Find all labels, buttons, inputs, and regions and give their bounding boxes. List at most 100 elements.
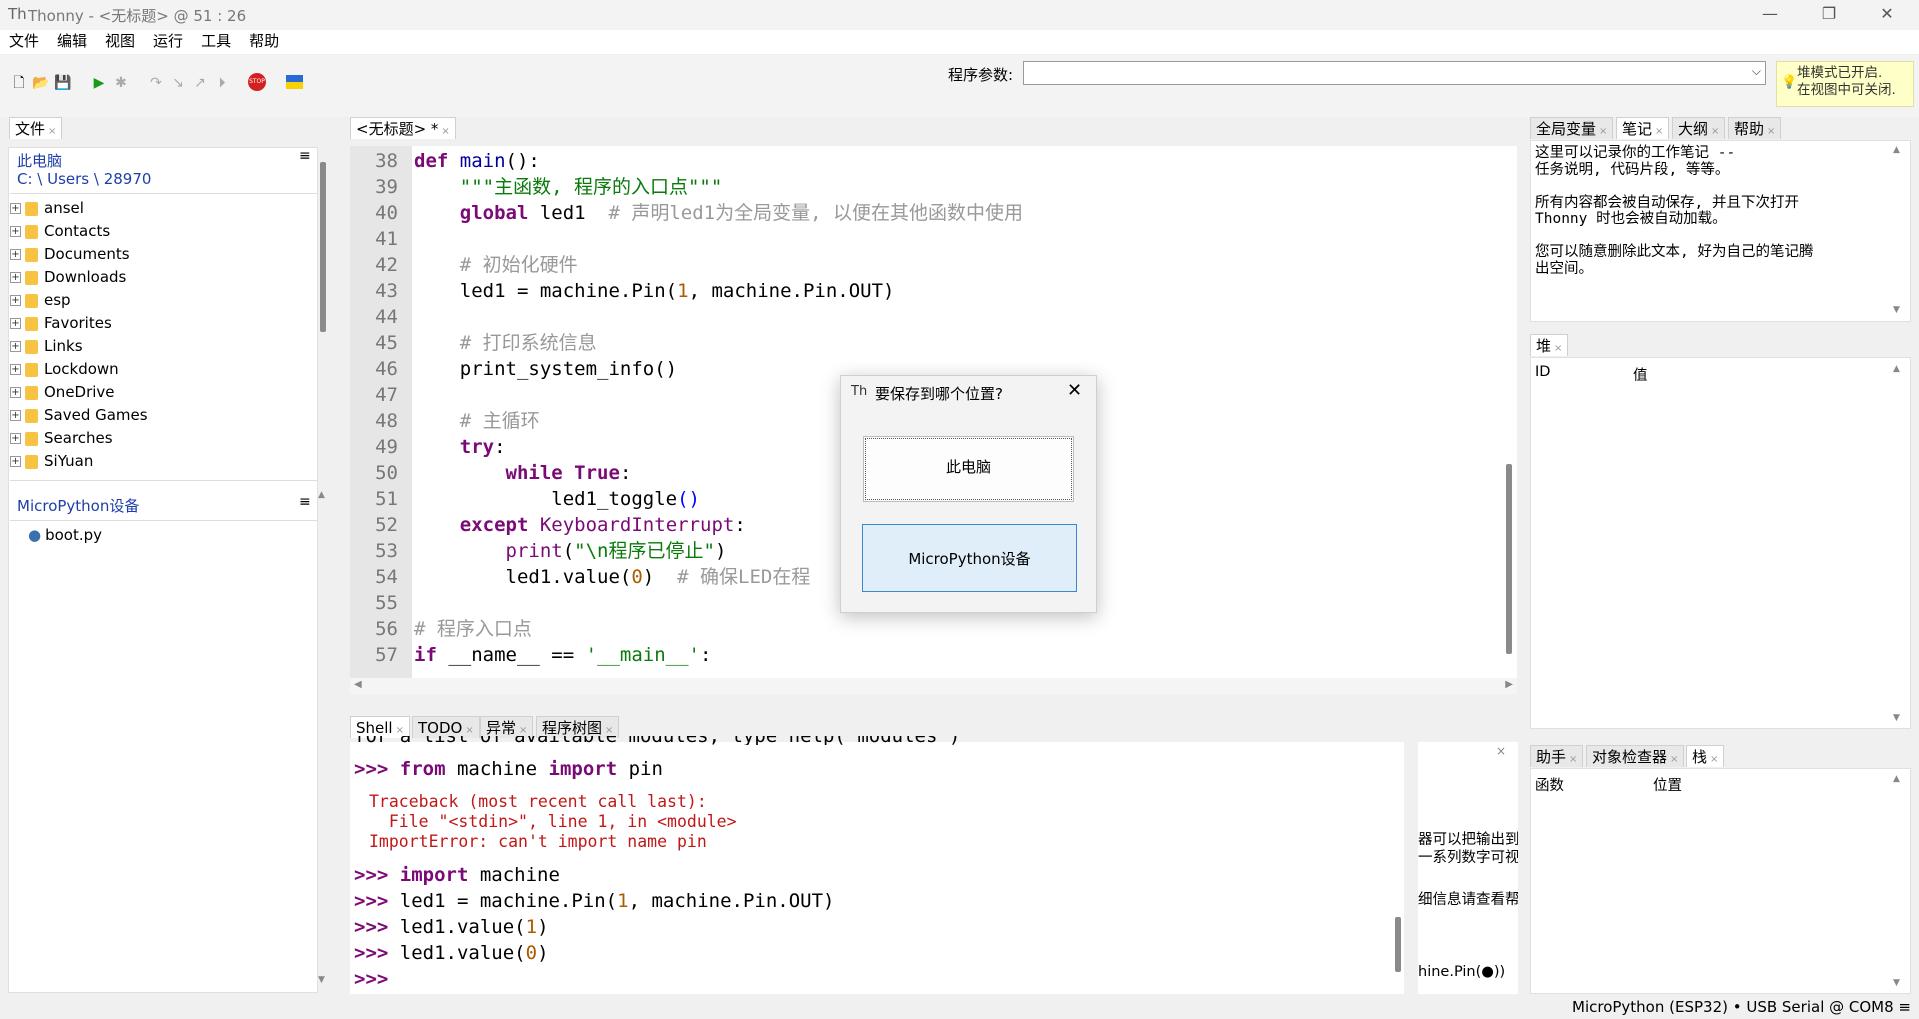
device-title[interactable]: MicroPython设备 [17,495,139,516]
tab-outline[interactable]: 大纲 × [1672,117,1726,139]
tab-assistant[interactable]: 助手 × [1530,745,1584,767]
stop-icon[interactable]: STOP [248,73,266,91]
folder-item[interactable]: + Contacts [10,220,110,243]
scroll-left-icon[interactable]: ◀ [354,679,362,690]
run-icon[interactable]: ▶ [89,73,109,93]
open-file-icon[interactable]: 📂 [31,73,51,93]
stack-col-function[interactable]: 函数 [1535,774,1564,795]
tab-notes[interactable]: 笔记 × [1616,117,1670,139]
resume-icon[interactable]: ⏵ [212,73,232,93]
folder-item[interactable]: + esp [10,289,71,312]
editor-scrollbar[interactable] [1503,148,1515,676]
expand-icon[interactable]: + [10,456,21,467]
expand-icon[interactable]: + [10,295,21,306]
tab-program-tree[interactable]: 程序树图 × [536,716,620,738]
folder-item[interactable]: + Downloads [10,266,126,289]
menu-file[interactable]: 文件 [0,30,48,52]
step-into-icon[interactable]: ↘ [168,73,188,93]
heap-col-id[interactable]: ID [1535,364,1550,380]
folder-item[interactable]: + ansel [10,197,84,220]
save-to-device-button[interactable]: MicroPython设备 [862,524,1077,592]
tab-exceptions[interactable]: 异常 × [480,716,534,738]
expand-icon[interactable]: + [10,226,21,237]
files-menu-icon[interactable]: ≡ [299,148,311,164]
scroll-up-icon[interactable]: ▲ [1893,774,1900,784]
expand-icon[interactable]: + [10,203,21,214]
files-scrollbar[interactable]: ▲ ▼ [318,150,329,985]
heap-col-value[interactable]: 值 [1633,364,1648,385]
tab-heap[interactable]: 堆 × [1530,334,1569,356]
expand-icon[interactable]: + [10,272,21,283]
new-file-icon[interactable]: 🗋 [9,73,29,93]
step-over-icon[interactable]: ↷ [146,73,166,93]
code-line[interactable]: led1 = machine.Pin(1, machine.Pin.OUT) [414,278,895,304]
code-line[interactable]: global led1 # 声明led1为全局变量, 以便在其他函数中使用 [414,200,1023,226]
current-path[interactable]: C: \ Users \ 28970 [17,170,151,188]
save-icon[interactable]: 💾 [53,73,73,93]
stack-col-position[interactable]: 位置 [1653,774,1682,795]
chevron-down-icon[interactable]: ⌵ [1752,64,1761,79]
notes-text[interactable]: 这里可以记录你的工作笔记 -- 任务说明, 代码片段, 等等。 所有内容都会被自动保… [1535,145,1890,277]
expand-icon[interactable]: + [10,364,21,375]
backend-status[interactable]: MicroPython (ESP32) • USB Serial @ COM8 … [1572,998,1911,1016]
folder-item[interactable]: + Favorites [10,312,112,335]
tab-files[interactable]: 文件 × [9,117,63,139]
tab-stack[interactable]: 栈 × [1686,745,1725,767]
folder-item[interactable]: + Saved Games [10,404,148,427]
scroll-right-icon[interactable]: ▶ [1505,679,1513,690]
tab-object-inspector[interactable]: 对象检查器 × [1586,745,1685,767]
tab-todo[interactable]: TODO × [412,716,480,738]
menu-help[interactable]: 帮助 [240,30,288,52]
scroll-down-icon[interactable]: ▼ [1893,713,1900,723]
save-to-computer-button[interactable]: 此电脑 [863,436,1074,502]
editor-hscrollbar[interactable]: ◀ ▶ [350,678,1517,694]
menu-tools[interactable]: 工具 [192,30,240,52]
code-line[interactable]: try: [414,434,506,460]
dialog-close-button[interactable]: ✕ [1067,380,1082,401]
program-args-input[interactable]: ⌵ [1023,61,1766,85]
code-line[interactable]: while True: [414,460,632,486]
code-line-current[interactable]: led1_toggle() [414,486,700,512]
expand-icon[interactable]: + [10,341,21,352]
code-line[interactable]: def main(): [414,148,540,174]
step-out-icon[interactable]: ↗ [190,73,210,93]
code-line[interactable]: # 程序入口点 [414,616,532,642]
folder-item[interactable]: + SiYuan [10,450,93,473]
restore-button[interactable]: ❐ [1804,0,1854,30]
close-icon[interactable]: × [1496,744,1506,758]
expand-icon[interactable]: + [10,318,21,329]
expand-icon[interactable]: + [10,387,21,398]
code-line[interactable]: # 主循环 [414,408,540,434]
folder-item[interactable]: + OneDrive [10,381,115,404]
ukraine-flag-icon[interactable] [286,75,303,82]
shell-input-line[interactable]: >>> [354,966,388,992]
code-line[interactable]: # 初始化硬件 [414,252,578,278]
code-line[interactable]: except KeyboardInterrupt: [414,512,746,538]
code-line[interactable]: # 打印系统信息 [414,330,597,356]
expand-icon[interactable]: + [10,249,21,260]
folder-item[interactable]: + Lockdown [10,358,119,381]
code-line[interactable]: print("\n程序已停止") [414,538,727,564]
folder-item[interactable]: + Searches [10,427,113,450]
code-line[interactable]: if __name__ == '__main__': [414,642,711,668]
tab-shell[interactable]: Shell × [350,716,410,738]
computer-title[interactable]: 此电脑 [17,150,62,171]
code-line[interactable]: """主函数, 程序的入口点""" [414,174,723,200]
menu-view[interactable]: 视图 [96,30,144,52]
debug-icon[interactable]: ✱ [111,73,131,93]
tab-globals[interactable]: 全局变量 × [1530,117,1614,139]
scroll-up-icon[interactable]: ▲ [1893,145,1900,155]
code-line[interactable]: print_system_info() [414,356,677,382]
menu-run[interactable]: 运行 [144,30,192,52]
scroll-up-icon[interactable]: ▲ [1893,364,1900,374]
tab-editor[interactable]: <无标题> * × [350,117,456,139]
device-file-item[interactable]: ● boot.py [28,524,102,547]
heap-mode-note[interactable]: 💡 堆模式已开启. 在视图中可关闭. [1776,61,1914,107]
device-menu-icon[interactable]: ≡ [299,494,311,510]
folder-item[interactable]: + Links [10,335,83,358]
tab-help[interactable]: 帮助 × [1728,117,1782,139]
expand-icon[interactable]: + [10,410,21,421]
code-line[interactable]: led1.value(0) # 确保LED在程 [414,564,811,590]
scroll-down-icon[interactable]: ▼ [1893,305,1900,315]
scroll-down-icon[interactable]: ▼ [318,975,325,985]
